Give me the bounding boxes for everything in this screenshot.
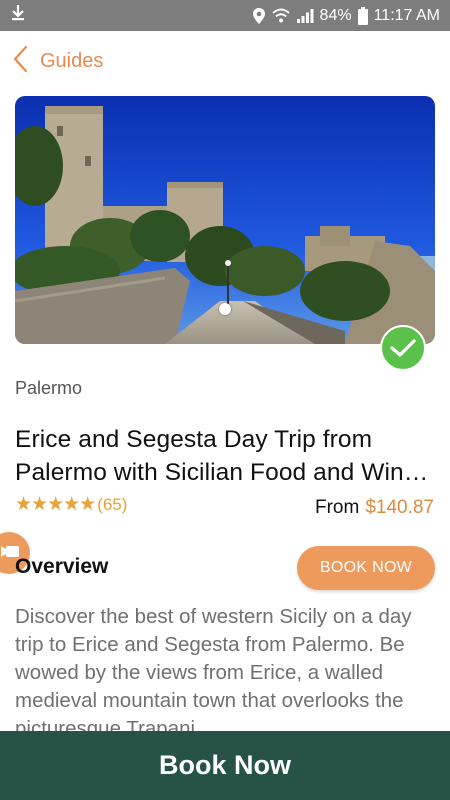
back-button[interactable]: Guides [12,45,103,78]
star-rating: ★★★★★ [15,494,96,515]
tour-title-line2: Palermo with Sicilian Food and Wine Tast… [15,459,435,486]
checkmark-icon [380,325,426,371]
download-icon [10,4,26,27]
book-now-bar-button[interactable]: Book Now [0,731,450,800]
location-icon [252,7,266,25]
app-header: Guides [0,31,450,91]
wifi-icon [271,8,290,24]
book-now-button[interactable]: BOOK NOW [297,546,435,590]
tour-description: Discover the best of western Sicily on a… [15,605,412,740]
rating: ★★★★★ (65) [15,493,127,516]
price-prefix: From [314,497,360,518]
signal-icon [296,8,314,24]
review-count[interactable]: (65) [97,495,127,515]
back-label: Guides [40,49,104,72]
status-bar: 84% 11:17 AM [0,0,450,31]
price-value: $140.87 [365,497,434,518]
battery-level: 84% [319,6,352,24]
tour-title-line1: Erice and Segesta Day Trip from [15,426,373,453]
overview-heading: Overview [15,555,109,578]
clock: 11:17 AM [373,6,440,24]
carousel-dot[interactable] [219,303,231,315]
price: From $140.87 [315,497,434,519]
chevron-left-icon [12,45,28,78]
tour-title: Erice and Segesta Day Trip from Palermo … [15,423,435,489]
tour-city: Palermo [15,378,83,398]
battery-icon [357,6,368,25]
